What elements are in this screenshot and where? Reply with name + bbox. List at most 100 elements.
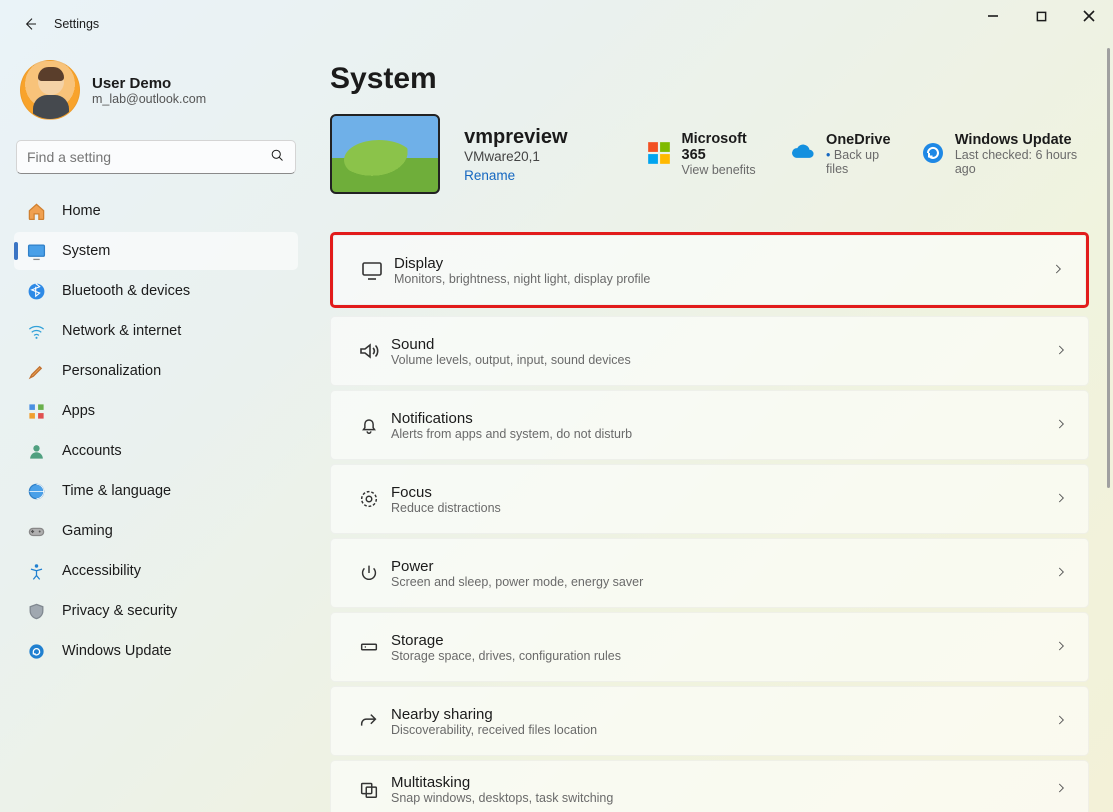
setting-focus[interactable]: Focus Reduce distractions: [330, 464, 1089, 534]
nav-gaming[interactable]: Gaming: [14, 512, 298, 550]
home-icon: [26, 201, 46, 221]
settings-list: Display Monitors, brightness, night ligh…: [330, 232, 1089, 812]
setting-sub: Monitors, brightness, night light, displ…: [394, 272, 650, 286]
avatar: [20, 60, 80, 120]
setting-display[interactable]: Display Monitors, brightness, night ligh…: [333, 235, 1086, 305]
share-icon: [347, 710, 391, 732]
search-input[interactable]: [27, 149, 270, 165]
nav-time[interactable]: Time & language: [14, 472, 298, 510]
storage-icon: [347, 636, 391, 658]
scrollbar[interactable]: [1107, 48, 1110, 488]
profile-email: m_lab@outlook.com: [92, 92, 206, 106]
promo-windowsupdate[interactable]: Windows Update Last checked: 6 hours ago: [921, 132, 1089, 176]
chevron-right-icon: [1054, 781, 1068, 798]
chevron-right-icon: [1054, 491, 1068, 508]
person-icon: [26, 441, 46, 461]
setting-power[interactable]: Power Screen and sleep, power mode, ener…: [330, 538, 1089, 608]
search-icon: [270, 148, 285, 166]
nav: Home System Bluetooth & devices Network …: [14, 192, 298, 670]
device-model: VMware20,1: [464, 149, 567, 164]
setting-notifications[interactable]: Notifications Alerts from apps and syste…: [330, 390, 1089, 460]
back-button[interactable]: [10, 4, 50, 44]
setting-sub: Screen and sleep, power mode, energy sav…: [391, 575, 643, 589]
nav-label: System: [62, 243, 110, 259]
nav-label: Accounts: [62, 443, 122, 459]
chevron-right-icon: [1054, 417, 1068, 434]
accessibility-icon: [26, 561, 46, 581]
device-name: vmpreview: [464, 126, 567, 149]
nav-label: Gaming: [62, 523, 113, 539]
bell-icon: [347, 414, 391, 436]
setting-title: Nearby sharing: [391, 706, 597, 723]
onedrive-icon: [790, 144, 816, 165]
promo-sub: Back up files: [826, 148, 897, 176]
nav-apps[interactable]: Apps: [14, 392, 298, 430]
nav-accessibility[interactable]: Accessibility: [14, 552, 298, 590]
page-title: System: [330, 62, 1089, 96]
chevron-right-icon: [1051, 262, 1065, 279]
nav-label: Home: [62, 203, 101, 219]
update-icon: [921, 141, 945, 168]
bluetooth-icon: [26, 281, 46, 301]
system-icon: [26, 241, 46, 261]
power-icon: [347, 562, 391, 584]
nav-label: Windows Update: [62, 643, 172, 659]
nav-personalization[interactable]: Personalization: [14, 352, 298, 390]
setting-storage[interactable]: Storage Storage space, drives, configura…: [330, 612, 1089, 682]
nav-label: Bluetooth & devices: [62, 283, 190, 299]
minimize-button[interactable]: [969, 0, 1017, 32]
nav-update[interactable]: Windows Update: [14, 632, 298, 670]
nav-accounts[interactable]: Accounts: [14, 432, 298, 470]
setting-title: Multitasking: [391, 774, 613, 791]
close-button[interactable]: [1065, 0, 1113, 32]
nav-label: Accessibility: [62, 563, 141, 579]
shield-icon: [26, 601, 46, 621]
setting-sound[interactable]: Sound Volume levels, output, input, soun…: [330, 316, 1089, 386]
rename-link[interactable]: Rename: [464, 168, 515, 183]
titlebar: Settings: [0, 0, 1113, 48]
promo-sub: Last checked: 6 hours ago: [955, 148, 1089, 176]
nav-privacy[interactable]: Privacy & security: [14, 592, 298, 630]
setting-title: Display: [394, 255, 650, 272]
setting-sub: Reduce distractions: [391, 501, 501, 515]
nav-label: Apps: [62, 403, 95, 419]
wifi-icon: [26, 321, 46, 341]
gamepad-icon: [26, 521, 46, 541]
setting-nearby[interactable]: Nearby sharing Discoverability, received…: [330, 686, 1089, 756]
main-content: System vmpreview VMware20,1 Rename Micro…: [312, 48, 1113, 812]
setting-title: Sound: [391, 336, 631, 353]
brush-icon: [26, 361, 46, 381]
display-icon: [350, 258, 394, 282]
sound-icon: [347, 339, 391, 363]
nav-system[interactable]: System: [14, 232, 298, 270]
promo-microsoft365[interactable]: Microsoft 365 View benefits: [646, 131, 767, 177]
m365-icon: [646, 140, 672, 169]
maximize-button[interactable]: [1017, 0, 1065, 32]
promo-title: OneDrive: [826, 132, 897, 148]
nav-bluetooth[interactable]: Bluetooth & devices: [14, 272, 298, 310]
setting-sub: Storage space, drives, configuration rul…: [391, 649, 621, 663]
window-title: Settings: [54, 17, 99, 31]
promo-sub: View benefits: [682, 163, 767, 177]
setting-sub: Volume levels, output, input, sound devi…: [391, 353, 631, 367]
setting-sub: Discoverability, received files location: [391, 723, 597, 737]
apps-icon: [26, 401, 46, 421]
setting-multitasking[interactable]: Multitasking Snap windows, desktops, tas…: [330, 760, 1089, 812]
nav-network[interactable]: Network & internet: [14, 312, 298, 350]
profile-block[interactable]: User Demo m_lab@outlook.com: [14, 48, 298, 138]
clock-globe-icon: [26, 481, 46, 501]
nav-label: Privacy & security: [62, 603, 177, 619]
sidebar: User Demo m_lab@outlook.com Home System …: [0, 48, 312, 812]
nav-label: Time & language: [62, 483, 171, 499]
device-info: vmpreview VMware20,1 Rename: [464, 126, 567, 183]
setting-title: Notifications: [391, 410, 632, 427]
setting-title: Focus: [391, 484, 501, 501]
highlight-display: Display Monitors, brightness, night ligh…: [330, 232, 1089, 308]
nav-home[interactable]: Home: [14, 192, 298, 230]
device-thumbnail[interactable]: [330, 114, 440, 194]
search-box[interactable]: [16, 140, 296, 174]
update-icon: [26, 641, 46, 661]
nav-label: Network & internet: [62, 323, 181, 339]
promo-onedrive[interactable]: OneDrive Back up files: [790, 132, 897, 176]
focus-icon: [347, 488, 391, 510]
